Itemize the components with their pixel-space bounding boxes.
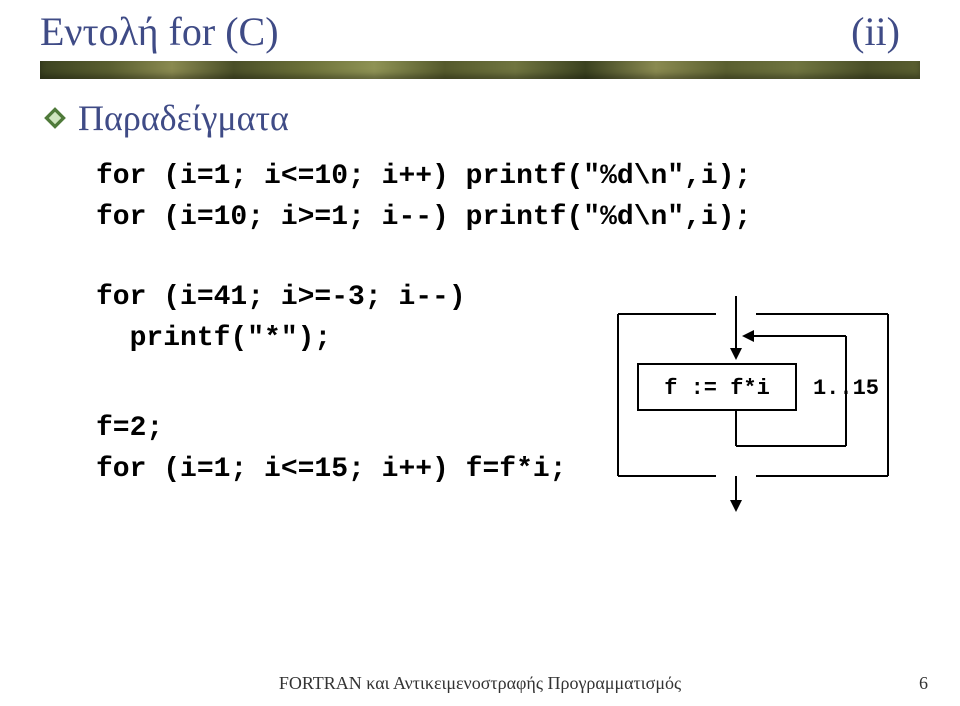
slide: Εντολή for (C) (ii) Παραδείγματα for (i=…	[0, 0, 960, 706]
footer-text: FORTRAN και Αντικειμενοστραφής Προγραμμα…	[0, 673, 960, 694]
code-line: for (i=41; i>=-3; i--)	[96, 282, 466, 313]
diamond-bullet-icon	[44, 107, 66, 129]
code-line: for (i=1; i<=10; i++) printf("%d\n",i);	[96, 161, 751, 192]
code-line: printf("*");	[96, 323, 331, 354]
diagram-box-text: f := f*i	[664, 376, 770, 401]
title-row: Εντολή for (C) (ii)	[40, 8, 920, 55]
title-divider	[40, 61, 920, 79]
flow-diagram: f := f*i 1..15	[608, 296, 898, 516]
code-line: for (i=10; i>=1; i--) printf("%d\n",i);	[96, 202, 751, 233]
slide-title-right: (ii)	[851, 8, 920, 55]
bullet-label: Παραδείγματα	[78, 97, 289, 139]
page-number: 6	[919, 673, 928, 694]
code-line: for (i=1; i<=15; i++) f=f*i;	[96, 454, 566, 485]
code-block-1: for (i=1; i<=10; i++) printf("%d\n",i); …	[96, 157, 920, 238]
code-line: f=2;	[96, 413, 163, 444]
slide-title-left: Εντολή for (C)	[40, 8, 279, 55]
bullet-row: Παραδείγματα	[44, 97, 920, 139]
